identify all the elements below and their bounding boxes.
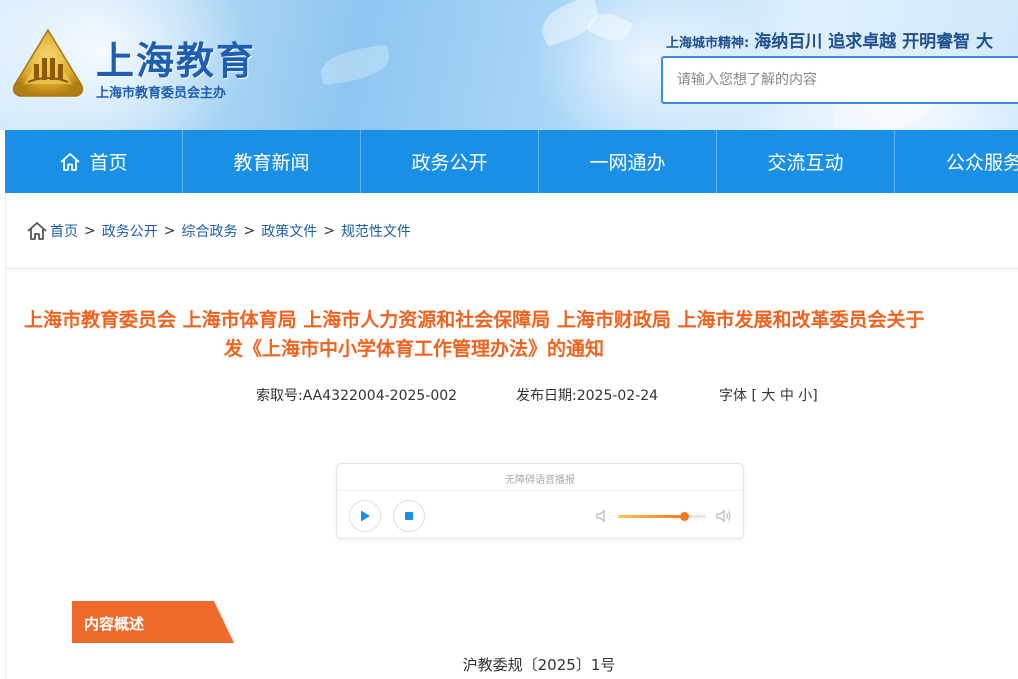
document-title-line1: 上海市教育委员会 上海市体育局 上海市人力资源和社会保障局 上海市财政局 上海市… bbox=[24, 309, 925, 331]
nav-item-label: 公众服务 bbox=[945, 152, 1018, 174]
page-left-border bbox=[5, 193, 6, 679]
nav-item-label: 首页 bbox=[89, 152, 128, 174]
home-icon bbox=[60, 152, 81, 171]
nav-item-label: 教育新闻 bbox=[233, 152, 310, 174]
font-size-small-link[interactable]: 小 bbox=[798, 388, 812, 404]
nav-item-label: 交流互动 bbox=[767, 152, 844, 174]
volume-low-icon bbox=[596, 509, 605, 523]
volume-high-icon bbox=[716, 509, 731, 523]
site-header: 上海教育 上海市教育委员会主办 上海城市精神: 海纳百川 追求卓越 开明睿智 大 bbox=[0, 0, 1018, 130]
content-overview-tag: 内容概述 bbox=[72, 601, 234, 643]
site-subtitle: 上海市教育委员会主办 bbox=[96, 86, 227, 101]
stop-icon bbox=[405, 512, 413, 520]
breadcrumb-separator: > bbox=[84, 223, 96, 239]
nav-item-label: 一网通办 bbox=[589, 152, 666, 174]
search-input[interactable] bbox=[663, 58, 1018, 102]
city-spirit-label: 上海城市精神: bbox=[666, 36, 750, 51]
main-nav: 首页 教育新闻 政务公开 一网通办 交流互动 公众服务 bbox=[5, 130, 1018, 193]
font-size-switcher: 字体 [ 大 中 小] bbox=[719, 385, 818, 405]
breadcrumb-divider bbox=[5, 268, 1018, 269]
publish-date-label: 发布日期: bbox=[516, 388, 577, 404]
volume-slider-fill bbox=[618, 515, 684, 518]
publish-date: 发布日期:2025-02-24 bbox=[516, 385, 658, 405]
city-spirit-text: 海纳百川 追求卓越 开明睿智 大 bbox=[754, 32, 994, 52]
index-number: 索取号:AA4322004-2025-002 bbox=[256, 385, 457, 405]
document-number: 沪教委规〔2025〕1号 bbox=[462, 656, 616, 674]
breadcrumb-link-policy-documents[interactable]: 政策文件 bbox=[261, 221, 317, 241]
breadcrumb-separator: > bbox=[243, 223, 256, 239]
document-title: 上海市教育委员会 上海市体育局 上海市人力资源和社会保障局 上海市财政局 上海市… bbox=[24, 306, 1018, 364]
home-icon bbox=[27, 222, 47, 240]
audio-player-title: 无障碍语音播报 bbox=[505, 475, 575, 486]
font-size-close-bracket: ] bbox=[812, 388, 818, 404]
accessibility-audio-player: 无障碍语音播报 bbox=[336, 463, 744, 539]
breadcrumb-link-general-affairs[interactable]: 综合政务 bbox=[181, 221, 237, 241]
audio-player-divider bbox=[337, 490, 743, 491]
city-spirit-slogan: 上海城市精神: 海纳百川 追求卓越 开明睿智 大 bbox=[666, 27, 993, 52]
document-title-line2: 发《上海市中小学体育工作管理办法》的通知 bbox=[223, 338, 604, 360]
breadcrumb-separator: > bbox=[323, 223, 335, 239]
breadcrumb-link-home[interactable]: 首页 bbox=[50, 221, 78, 241]
breadcrumb: 首页 > 政务公开 > 综合政务 > 政策文件 > 规范性文件 bbox=[26, 221, 411, 241]
search-box[interactable] bbox=[661, 56, 1018, 104]
nav-item-label: 政务公开 bbox=[411, 152, 488, 174]
education-emblem-logo[interactable] bbox=[10, 28, 86, 100]
font-size-label: 字体 [ bbox=[719, 388, 757, 404]
font-size-large-link[interactable]: 大 bbox=[761, 388, 775, 404]
site-title[interactable]: 上海教育 bbox=[96, 30, 256, 85]
breadcrumb-link-government-affairs[interactable]: 政务公开 bbox=[102, 221, 158, 241]
play-button[interactable] bbox=[349, 500, 381, 532]
volume-slider[interactable] bbox=[618, 512, 706, 521]
stop-button[interactable] bbox=[393, 500, 425, 532]
nav-item-home[interactable]: 首页 bbox=[5, 130, 183, 193]
nav-item-government-affairs[interactable]: 政务公开 bbox=[361, 130, 539, 193]
font-size-medium-link[interactable]: 中 bbox=[780, 388, 794, 404]
nav-item-public-service[interactable]: 公众服务 bbox=[895, 130, 1018, 193]
flower-petal-decoration bbox=[317, 44, 393, 86]
nav-item-interaction[interactable]: 交流互动 bbox=[717, 130, 895, 193]
index-label: 索取号: bbox=[256, 388, 303, 404]
breadcrumb-link-normative-documents[interactable]: 规范性文件 bbox=[341, 221, 411, 241]
nav-item-one-stop-service[interactable]: 一网通办 bbox=[539, 130, 717, 193]
nav-item-education-news[interactable]: 教育新闻 bbox=[183, 130, 361, 193]
volume-slider-handle[interactable] bbox=[680, 512, 689, 521]
publish-date-value: 2025-02-24 bbox=[576, 388, 659, 404]
section-tag-label: 内容概述 bbox=[84, 615, 145, 633]
index-value: AA4322004-2025-002 bbox=[302, 388, 458, 404]
breadcrumb-separator: > bbox=[163, 223, 176, 239]
play-icon bbox=[361, 510, 370, 522]
